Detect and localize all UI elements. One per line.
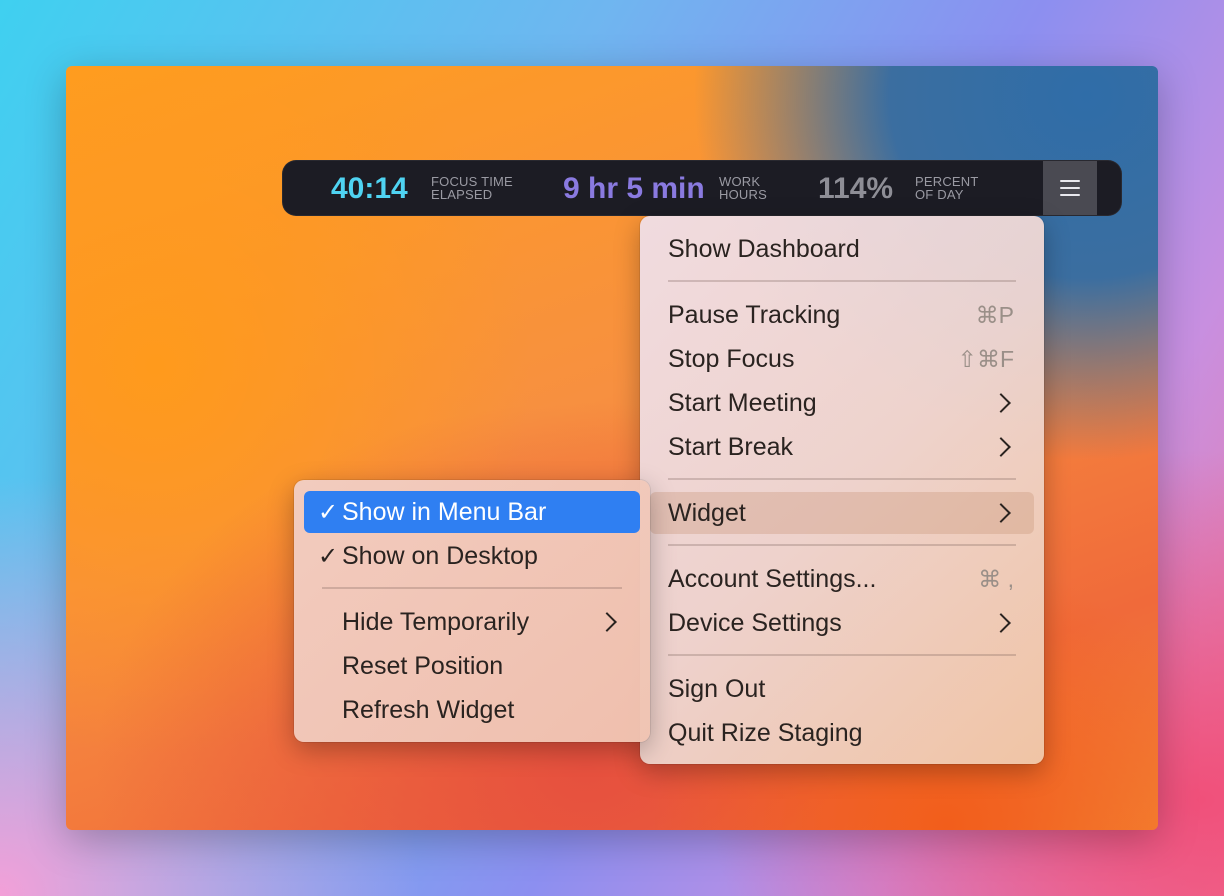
work-hours-label: WORK HOURS: [719, 174, 767, 202]
menu-item-show-dashboard[interactable]: Show Dashboard: [650, 228, 1034, 270]
percent-of-day-value: 114%: [818, 172, 894, 205]
menu-item-account-settings[interactable]: Account Settings... ⌘ ,: [650, 558, 1034, 600]
menu-separator: [668, 544, 1016, 546]
submenu-item-reset-position[interactable]: Reset Position: [304, 645, 640, 687]
menu-item-device-settings[interactable]: Device Settings: [650, 602, 1034, 644]
submenu-item-hide-temporarily[interactable]: Hide Temporarily: [304, 601, 640, 643]
rize-widget-bar: 40:14 FOCUS TIME ELAPSED 9 hr 5 min WORK…: [282, 160, 1122, 216]
chevron-right-icon: [991, 503, 1011, 523]
percent-of-day-label: PERCENT OF DAY: [915, 174, 979, 202]
widget-menu-button[interactable]: [1043, 161, 1097, 215]
submenu-item-show-on-desktop[interactable]: ✓ Show on Desktop: [304, 535, 640, 577]
chevron-right-icon: [991, 613, 1011, 633]
menu-separator: [322, 587, 622, 589]
chevron-right-icon: [597, 612, 617, 632]
menu-item-pause-tracking[interactable]: Pause Tracking ⌘P: [650, 294, 1034, 336]
menu-item-start-meeting[interactable]: Start Meeting: [650, 382, 1034, 424]
menu-item-quit[interactable]: Quit Rize Staging: [650, 712, 1034, 754]
menu-item-widget[interactable]: Widget: [650, 492, 1034, 534]
shortcut-account-settings: ⌘ ,: [978, 565, 1014, 592]
menu-separator: [668, 280, 1016, 282]
menu-item-start-break[interactable]: Start Break: [650, 426, 1034, 468]
widget-submenu: ✓ Show in Menu Bar ✓ Show on Desktop Hid…: [294, 480, 650, 742]
chevron-right-icon: [991, 393, 1011, 413]
widget-context-menu: Show Dashboard Pause Tracking ⌘P Stop Fo…: [640, 216, 1044, 764]
submenu-item-refresh-widget[interactable]: Refresh Widget: [304, 689, 640, 731]
focus-time-value: 40:14: [331, 172, 408, 205]
checkmark-icon: ✓: [318, 498, 339, 526]
shortcut-pause-tracking: ⌘P: [975, 301, 1014, 328]
submenu-item-show-in-menu-bar[interactable]: ✓ Show in Menu Bar: [304, 491, 640, 533]
checkmark-icon: ✓: [318, 542, 339, 570]
menu-item-sign-out[interactable]: Sign Out: [650, 668, 1034, 710]
hamburger-menu-icon: [1060, 180, 1080, 196]
menu-separator: [668, 654, 1016, 656]
work-hours-value: 9 hr 5 min: [563, 172, 705, 205]
menu-separator: [668, 478, 1016, 480]
shortcut-stop-focus: ⇧⌘F: [957, 345, 1014, 372]
focus-time-label: FOCUS TIME ELAPSED: [431, 174, 513, 202]
chevron-right-icon: [991, 437, 1011, 457]
menu-item-stop-focus[interactable]: Stop Focus ⇧⌘F: [650, 338, 1034, 380]
